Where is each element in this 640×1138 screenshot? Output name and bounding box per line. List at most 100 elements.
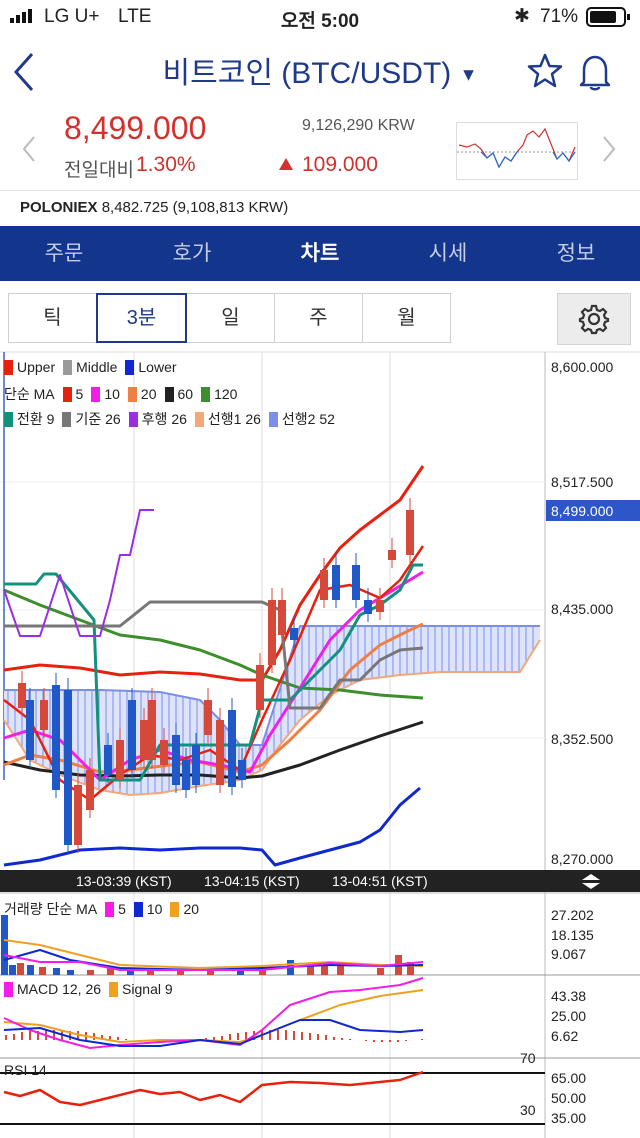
- candle-body: [228, 710, 236, 787]
- legend-swatch: [194, 412, 204, 427]
- ichimoku-legend: 전환 9 기준 26 후행 26 선행1 26 선행2 52: [4, 409, 343, 429]
- volume-axis-label: 9.067: [551, 946, 587, 962]
- candle-body: [140, 720, 148, 760]
- signal-line: [3, 989, 424, 1043]
- legend-item: MACD 12, 26: [4, 981, 101, 997]
- candle-body: [182, 760, 190, 790]
- time-axis-bar: 13-03:39 (KST) 13-04:15 (KST) 13-04:51 (…: [0, 870, 640, 892]
- legend-label: 선행1 26: [207, 411, 261, 427]
- legend-label: 120: [214, 386, 238, 402]
- time-axis-label: 13-04:51 (KST): [332, 873, 428, 889]
- legend-item: 후행 26: [128, 411, 187, 427]
- volume-bar: [27, 965, 34, 975]
- legend-swatch: [63, 360, 73, 375]
- legend-item: 20: [127, 386, 157, 402]
- rsi-legend: RSI 14: [4, 1062, 47, 1078]
- volume-bar: [53, 968, 60, 975]
- legend-swatch: [170, 902, 180, 917]
- legend-swatch: [109, 982, 119, 997]
- legend-label: Upper: [17, 359, 56, 375]
- legend-swatch: [105, 902, 115, 917]
- candle-body: [290, 628, 298, 640]
- volume-ma20-line: [3, 939, 424, 969]
- volume-bar: [307, 966, 314, 975]
- candle-body: [268, 600, 276, 665]
- candle-body: [64, 690, 72, 845]
- volume-axis-label: 27.202: [551, 907, 594, 923]
- legend-label: 5: [75, 386, 84, 402]
- candle-body: [256, 665, 264, 710]
- volume-bar: [39, 967, 46, 975]
- macd-axis-label: 43.38: [551, 988, 587, 1004]
- period-3min[interactable]: 3분: [96, 293, 187, 343]
- volume-legend-title: 거래량 단순 MA: [4, 901, 98, 917]
- rsi-level-label: 30: [520, 1102, 536, 1118]
- legend-swatch: [4, 412, 13, 427]
- legend-item: 10: [91, 386, 120, 402]
- legend-swatch: [4, 360, 13, 375]
- legend-label: 전환 9: [17, 411, 55, 427]
- legend-label: 60: [177, 386, 194, 402]
- candle-body: [238, 760, 246, 780]
- candle-body: [216, 720, 224, 785]
- price-chart[interactable]: [0, 0, 640, 1138]
- price-axis-label: 8,600.000: [551, 359, 614, 375]
- price-axis-label: 8,435.000: [551, 601, 614, 617]
- candle-body: [74, 785, 82, 845]
- volume-bar: [17, 963, 24, 975]
- legend-item: 60: [164, 386, 194, 402]
- rsi-axis-label: 65.00: [551, 1070, 587, 1086]
- ma-legend-title: 단순 MA: [4, 386, 55, 402]
- volume-bar: [9, 965, 16, 975]
- legend-swatch: [164, 387, 174, 402]
- legend-item: 5: [105, 901, 126, 917]
- legend-swatch: [133, 902, 143, 917]
- macd-legend: MACD 12, 26 Signal 9: [4, 981, 181, 997]
- candle-body: [128, 700, 136, 770]
- volume-bar: [377, 968, 384, 975]
- legend-label: 5: [118, 901, 126, 917]
- candle-body: [406, 510, 414, 555]
- legend-label: 10: [146, 901, 163, 917]
- legend-label: 20: [183, 901, 200, 917]
- price-axis-label: 8,270.000: [551, 851, 614, 867]
- ma-legend: 단순 MA 5 10 20 60 120: [4, 384, 245, 404]
- legend-swatch: [268, 412, 278, 427]
- legend-label: 기준 26: [75, 411, 121, 427]
- candle-body: [104, 745, 112, 775]
- legend-swatch: [125, 360, 135, 375]
- candle-body: [172, 735, 180, 785]
- legend-label: 후행 26: [141, 411, 187, 427]
- candle-body: [320, 570, 328, 600]
- candle-body: [18, 683, 26, 708]
- legend-item: Middle: [63, 359, 117, 375]
- legend-item: 기준 26: [62, 411, 121, 427]
- legend-item: Lower: [125, 359, 177, 375]
- candle-body: [160, 740, 168, 765]
- rsi-axis-label: 50.00: [551, 1090, 587, 1106]
- legend-swatch: [128, 412, 138, 427]
- legend-label: MACD 12, 26: [17, 981, 102, 997]
- bollinger-legend: Upper Middle Lower: [4, 359, 185, 375]
- legend-label: 선행2 52: [281, 411, 335, 427]
- candle-body: [352, 565, 360, 600]
- volume-legend: 거래량 단순 MA 5 10 20: [4, 899, 207, 919]
- candle-body: [332, 565, 340, 600]
- pane-resize-handle[interactable]: [578, 871, 604, 894]
- legend-swatch: [127, 387, 137, 402]
- legend-swatch: [62, 387, 72, 402]
- legend-swatch: [201, 387, 211, 402]
- volume-bar: [1, 915, 8, 975]
- legend-item: 20: [170, 901, 199, 917]
- legend-label: Signal 9: [122, 981, 173, 997]
- candle-body: [26, 700, 34, 760]
- time-axis-label: 13-03:39 (KST): [76, 873, 172, 889]
- candle-body: [364, 600, 372, 614]
- candle-body: [116, 740, 124, 780]
- volume-bar: [67, 970, 74, 975]
- rsi-line: [3, 1070, 424, 1107]
- current-price-tag-label: 8,499.000: [551, 503, 614, 519]
- legend-item: 선행1 26: [194, 411, 261, 427]
- legend-label: Middle: [76, 359, 118, 375]
- legend-swatch: [4, 982, 13, 997]
